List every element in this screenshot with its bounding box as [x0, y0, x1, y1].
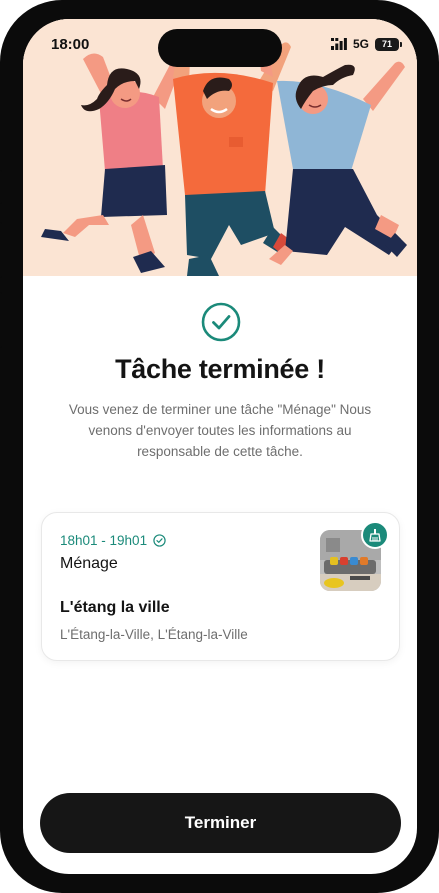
network-type: 5G [352, 37, 369, 51]
status-bar: 18:00 5G 71 [23, 19, 417, 71]
page-title: Tâche terminée ! [115, 354, 325, 384]
phone-frame: 18:00 5G 71 Tâche terminée ! Vous venez … [0, 0, 439, 893]
battery-level: 71 [381, 38, 392, 49]
task-time-row: 18h01 - 19h01 [60, 533, 166, 548]
check-circle-icon [201, 302, 241, 342]
status-time: 18:00 [51, 36, 90, 53]
place-name: L'étang la ville [60, 599, 170, 616]
task-card[interactable]: 18h01 - 19h01 Ménage L'étang la ville L'… [41, 512, 400, 661]
place-address: L'Étang-la-Ville, L'Étang-la-Ville [60, 627, 248, 642]
action-button [0, 170, 2, 204]
task-name: Ménage [60, 555, 118, 572]
task-time-range: 18h01 - 19h01 [60, 533, 148, 548]
volume-up-button [0, 222, 2, 278]
volume-down-button [0, 292, 2, 348]
battery-icon: 71 [375, 37, 402, 51]
broom-icon [361, 521, 389, 549]
finish-button[interactable]: Terminer [40, 793, 401, 853]
success-description: Vous venez de terminer une tâche "Ménage… [68, 402, 372, 459]
status-indicators: 5G 71 [330, 37, 402, 51]
signal-icon [330, 38, 347, 50]
check-circle-small-icon [153, 534, 166, 547]
screen: 18:00 5G 71 Tâche terminée ! Vous venez … [23, 19, 417, 874]
dynamic-island [158, 29, 282, 67]
